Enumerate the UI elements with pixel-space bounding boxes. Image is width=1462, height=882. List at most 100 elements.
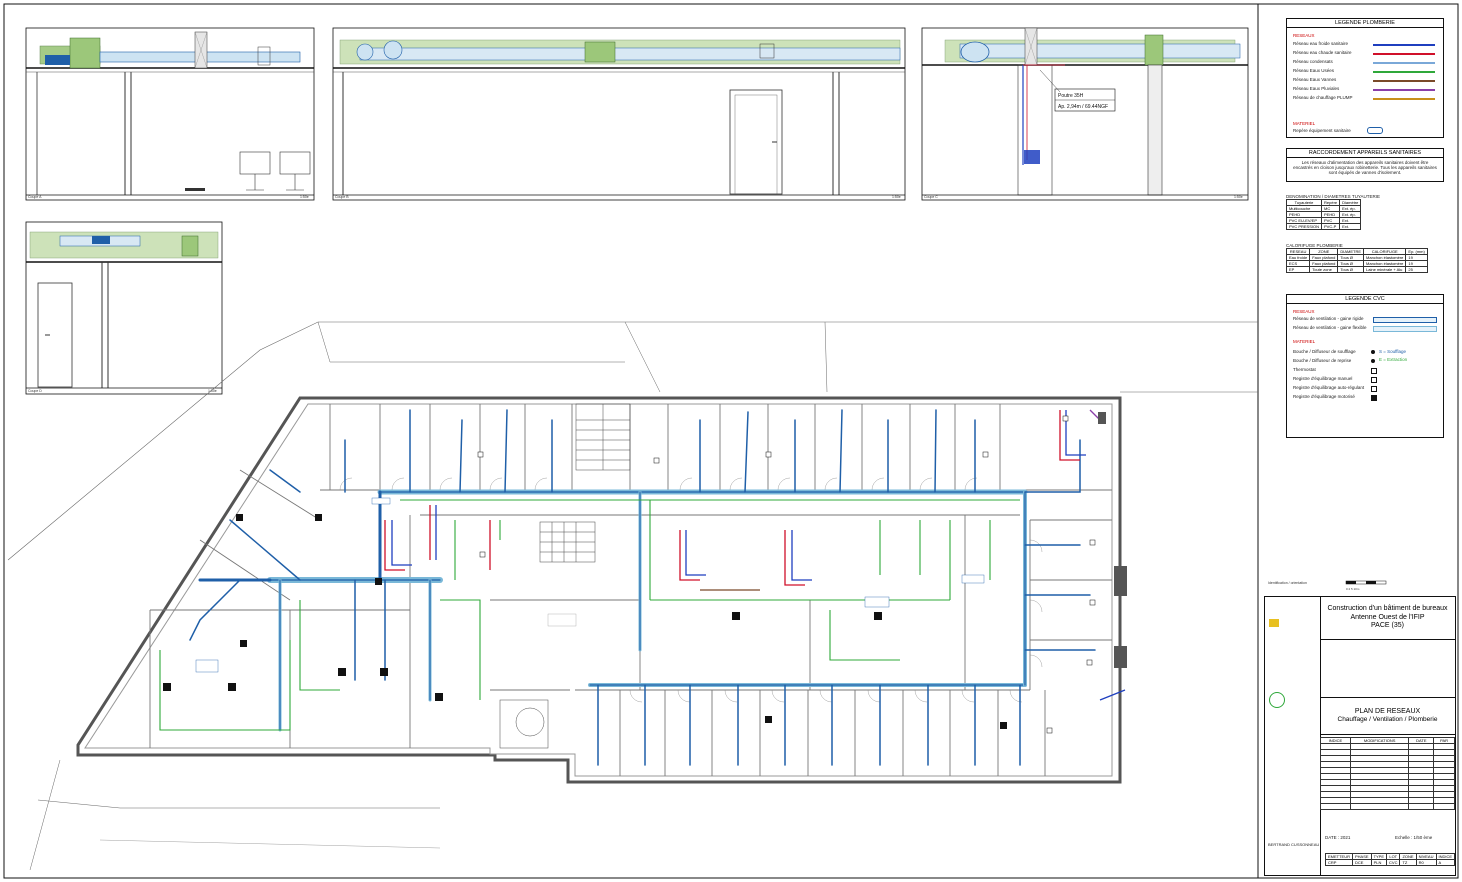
code-header-cell: ZONE <box>1399 853 1417 860</box>
denomination-row: PVC PRESSION PVC-P Ext. <box>1285 223 1362 231</box>
legend-cvc-item: Réseau de ventilation - gaine flexible <box>1293 325 1367 330</box>
legend-plomberie: LEGENDE PLOMBERIE RESEAUX Réseau eau fro… <box>1286 18 1444 138</box>
legend-cvc-symbol-icon <box>1371 377 1377 383</box>
ecology-logo-icon <box>1269 692 1285 708</box>
legend-cvc-line <box>1373 317 1437 323</box>
legend-cvc-symbol-icon <box>1371 368 1377 374</box>
calorifuge-header-cell: DIAMETRE <box>1337 248 1365 256</box>
revision-row <box>1320 803 1455 810</box>
calorifuge-cell: Laine minérale + Alu <box>1363 266 1407 274</box>
legend-cvc-materiel-item: Registre d'équilibrage auto-régulant <box>1293 385 1365 390</box>
legend-plomberie-item: Réseau de chauffage PLUMP <box>1293 95 1353 100</box>
firm-logo-icon <box>1269 619 1279 627</box>
revision-cell <box>1320 803 1351 810</box>
denomination-header-cell: Diamètre <box>1339 199 1362 207</box>
legend-cvc-extraction-note: E = Extraction <box>1379 357 1408 362</box>
title-block-sidebar: BERTRAND CUSSONNEAU <box>1265 597 1321 875</box>
section-3-label: Coupe C <box>924 195 938 199</box>
calorifuge-row: EP Toute zone Tous Ø Laine minérale + Alu 25 <box>1285 266 1428 274</box>
raccordement-box: RACCORDEMENT APPAREILS SANITAIRES Les ré… <box>1286 148 1444 182</box>
legend-cvc-soufflage-note: S = Soufflage <box>1379 349 1407 354</box>
title-scale-label: Echelle : 1/50 ème <box>1395 835 1433 840</box>
legend-cvc: LEGENDE CVC RESEAUX Réseau de ventilatio… <box>1286 294 1444 438</box>
legend-plomberie-line <box>1373 98 1435 100</box>
calorifuge-header-cell: Ep. (mm) <box>1405 248 1428 256</box>
legend-plomberie-materiel-label: MATERIEL <box>1293 121 1316 126</box>
legend-plomberie-reseaux-label: RESEAUX <box>1293 33 1315 38</box>
calorifuge-cell: EP <box>1285 266 1311 274</box>
legend-plomberie-item: Réseau Eaux Pluviales <box>1293 86 1340 91</box>
legend-plomberie-item: Réseau eau chaude sanitaire <box>1293 50 1352 55</box>
revision-cell <box>1408 803 1435 810</box>
denomination-cell: PVC EU-EV/EP <box>1285 217 1323 225</box>
project-line-1: Construction d'un bâtiment de bureaux <box>1327 604 1448 612</box>
legend-cvc-materiel-item: Registre d'équilibrage motorisé <box>1293 394 1355 399</box>
legend-cvc-reseaux-label: RESEAUX <box>1293 309 1315 314</box>
denomination-row: Multicouche MC Ext. ép. <box>1285 205 1362 213</box>
legend-cvc-materiel-item: Thermostat <box>1293 367 1316 372</box>
plan-title: PLAN DE RESEAUX <box>1354 707 1421 715</box>
legend-plomberie-item: Réseau condensats <box>1293 59 1333 64</box>
revision-cell <box>1433 803 1455 810</box>
legend-cvc-symbol-icon <box>1371 350 1375 354</box>
calorifuge-block: CALORIFUGE PLOMBERIE RESEAU ZONE DIAMETRE C… <box>1285 243 1428 274</box>
section-4-label: Coupe D <box>28 389 42 393</box>
legend-cvc-title: LEGENDE CVC <box>1287 295 1443 304</box>
revision-table-wrap: INDICE MODIFICATIONS DATE PAR <box>1320 737 1455 810</box>
floor-plan: Identification / orientation 0 2 5 10m <box>7 321 1387 871</box>
code-header-cell: NIVEAU <box>1415 853 1437 860</box>
calorifuge-cell: Eau froide <box>1285 254 1311 262</box>
section-1-label: Coupe A <box>28 195 42 199</box>
plan-scale-bar-label: 0 2 5 10m <box>1346 587 1360 591</box>
code-header-cell: PHASE <box>1352 853 1372 860</box>
legend-plomberie-materiel-item: Repère équipement sanitaire <box>1293 128 1351 133</box>
legend-cvc-materiel-item: Bouche / Diffuseur de reprise <box>1293 358 1352 363</box>
legend-plomberie-line <box>1373 80 1435 82</box>
code-table-wrap: EMETTEUR PHASE TYPE LOT ZONE NIVEAU INDICE CRP D… <box>1325 853 1456 866</box>
denomination-cell: Ext. <box>1339 223 1362 231</box>
denomination-title: DENOMINATION / DIAMETRES TUYAUTERIE <box>1286 194 1381 199</box>
section-view-1: Coupe A 1:50e <box>25 27 315 201</box>
raccordement-title: RACCORDEMENT APPAREILS SANITAIRES <box>1287 149 1443 158</box>
title-date-label: DATE : 2021 <box>1325 835 1351 840</box>
denomination-cell: PVC PRESSION <box>1285 223 1323 231</box>
section-3-annotation-1: Poutre 35H <box>1058 93 1084 99</box>
code-row: CRP DCE PLN CVC TZ R0 A <box>1325 859 1456 866</box>
code-table: EMETTEUR PHASE TYPE LOT ZONE NIVEAU INDICE CRP D… <box>1325 853 1456 866</box>
revision-cell <box>1349 803 1410 810</box>
legend-plomberie-item: Réseau Eaux Vannes <box>1293 77 1337 82</box>
project-line-3: PACE (35) <box>1371 622 1404 630</box>
section-2-scale: 1:50e <box>892 195 901 199</box>
plan-title-block: PLAN DE RESEAUX Chauffage / Ventilation … <box>1320 697 1455 735</box>
calorifuge-header-cell: RESEAU <box>1285 248 1311 256</box>
code-cell: R0 <box>1415 859 1437 866</box>
plan-orientation-note: Identification / orientation <box>1268 581 1307 585</box>
sanitary-marker-icon <box>1367 127 1383 134</box>
calorifuge-cell: Faux plafond <box>1309 254 1339 262</box>
code-cell: TZ <box>1399 859 1417 866</box>
section-view-4: Coupe D 1:50e <box>25 221 223 395</box>
legend-cvc-materiel-item: Registre d'équilibrage manuel <box>1293 376 1353 381</box>
drawing-canvas: Coupe A 1:50e Coupe B 1:50e Poutre 35H A… <box>3 3 1459 879</box>
title-block: BERTRAND CUSSONNEAU Construction d'un bâ… <box>1264 596 1456 876</box>
legend-plomberie-item: Réseau Eaux Usées <box>1293 68 1335 73</box>
section-3-annotation-2: Ap. 2,94m / 69.44NGF <box>1058 104 1108 110</box>
legend-plomberie-line <box>1373 53 1435 55</box>
drawing-sheet: Coupe A 1:50e Coupe B 1:50e Poutre 35H A… <box>0 0 1462 882</box>
calorifuge-cell: Manchon élastomère <box>1363 254 1407 262</box>
legend-cvc-materiel-label: MATERIEL <box>1293 339 1316 344</box>
legend-plomberie-line <box>1373 89 1435 91</box>
denomination-row: PEHD PEHD Ext. ép. <box>1285 211 1362 219</box>
section-view-3: Poutre 35H Ap. 2,94m / 69.44NGF Coupe C … <box>921 27 1249 201</box>
legend-plomberie-line <box>1373 71 1435 73</box>
code-cell: CVC <box>1385 859 1401 866</box>
project-line-2: Antenne Ouest de l'IFIP <box>1350 613 1425 621</box>
denomination-header-row: Tuyauterie Repère Diamètre <box>1285 199 1362 207</box>
legend-cvc-item: Réseau de ventilation - gaine rigide <box>1293 316 1364 321</box>
legend-cvc-materiel-item: Bouche / Diffuseur de soufflage <box>1293 349 1356 354</box>
calorifuge-cell: Toute zone <box>1309 266 1339 274</box>
legend-plomberie-line <box>1373 44 1435 46</box>
section-1-scale: 1:50e <box>300 195 309 199</box>
calorifuge-table: RESEAU ZONE DIAMETRE CALORIFUGE Ep. (mm) Eau … <box>1285 248 1428 274</box>
code-header-cell: EMETTEUR <box>1325 853 1353 860</box>
